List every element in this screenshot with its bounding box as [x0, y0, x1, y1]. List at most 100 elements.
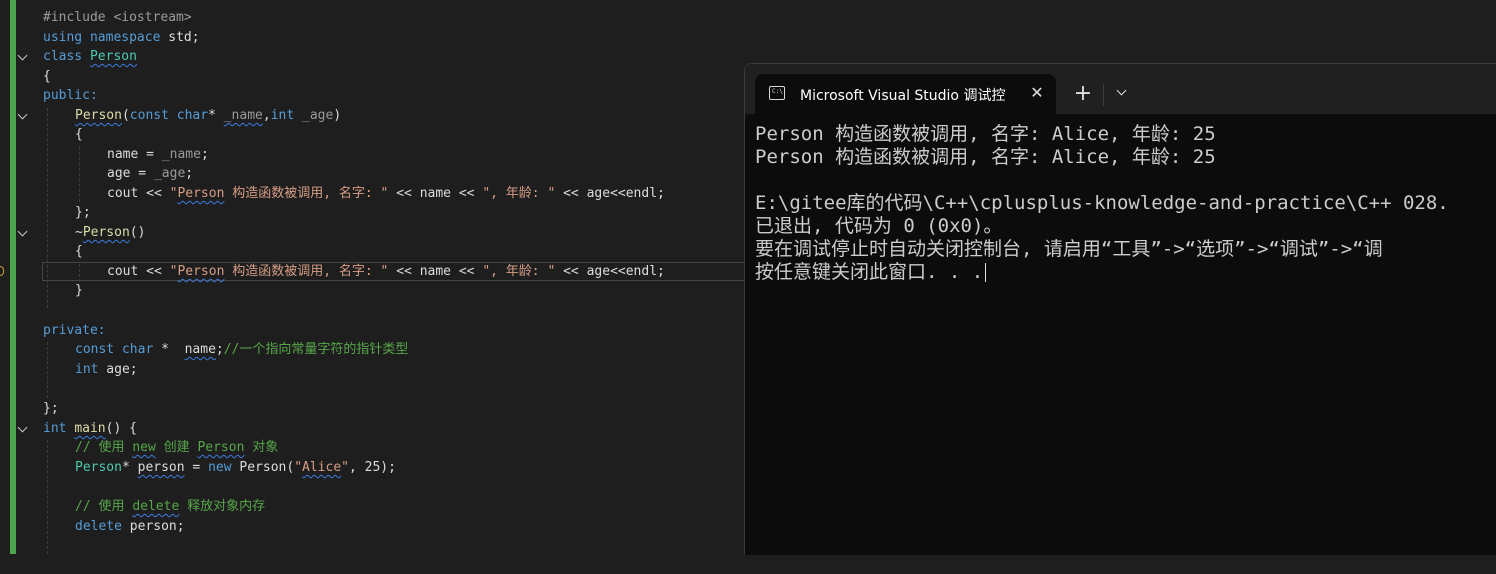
terminal-icon: C:\ — [769, 86, 785, 100]
code-line-7[interactable]: { — [0, 125, 83, 144]
keyword-new: new — [208, 460, 232, 475]
code-line-12[interactable]: ~Person() — [0, 223, 145, 242]
string-literal: Person — [177, 264, 225, 279]
paren: ) — [333, 108, 342, 123]
debug-console-window[interactable]: C:\ Microsoft Visual Studio 调试控 ✕ + Pers… — [744, 63, 1496, 555]
param-age: _age — [294, 108, 334, 123]
fold-chevron-icon[interactable] — [17, 422, 28, 433]
code-line-17[interactable]: private: — [0, 321, 106, 340]
output-line: 按任意键关闭此窗口. . . — [755, 261, 984, 283]
destructor-name: Person — [82, 225, 130, 240]
titlebar-divider — [1103, 84, 1104, 106]
comment: new — [132, 440, 156, 455]
cout-stream: cout << — [107, 264, 170, 279]
code-line-24[interactable]: Person* person = new Person("Alice", 25)… — [0, 458, 396, 477]
code-line-3[interactable]: class Person — [0, 47, 137, 66]
new-tab-button[interactable]: + — [1071, 82, 1095, 106]
assign-age: age = — [107, 166, 154, 181]
string-quote: " — [294, 460, 303, 475]
comma: , — [262, 108, 271, 123]
brace: { — [75, 244, 83, 259]
code-line-21[interactable]: }; — [0, 399, 59, 418]
type-const-char: const char — [75, 342, 154, 357]
stream-end: << age<<endl; — [555, 264, 665, 279]
fold-chevron-icon[interactable] — [17, 50, 28, 61]
code-line-18[interactable]: const char * name;//一个指向常量字符的指针类型 — [0, 340, 408, 359]
output-line: 已退出, 代码为 0 (0x0)。 — [755, 215, 1003, 237]
code-line-9[interactable]: age = _age; — [0, 164, 193, 183]
brace: { — [43, 69, 51, 84]
pointer-star: * — [121, 460, 138, 475]
comment: 对象 — [244, 440, 279, 455]
member-name: name — [184, 342, 216, 357]
code-line-19[interactable]: int age; — [0, 360, 138, 379]
code-line-4[interactable]: { — [0, 67, 51, 86]
code-line-22[interactable]: int main() { — [0, 419, 137, 438]
code-line-23[interactable]: // 使用 new 创建 Person 对象 — [0, 438, 278, 457]
output-line: Person 构造函数被调用, 名字: Alice, 年龄: 25 — [755, 146, 1216, 168]
semicolon: ; — [215, 342, 224, 357]
chevron-down-icon — [1116, 85, 1127, 96]
code-line-6[interactable]: Person(const char* _name,int _age) — [0, 106, 341, 125]
pointer-star: * — [153, 342, 185, 357]
tilde: ~ — [75, 225, 83, 240]
type-int: int — [270, 108, 295, 123]
console-output[interactable]: Person 构造函数被调用, 名字: Alice, 年龄: 25 Person… — [755, 123, 1496, 284]
fold-chevron-icon[interactable] — [17, 109, 28, 120]
tab-title: Microsoft Visual Studio 调试控 — [800, 88, 1006, 104]
code-line-8[interactable]: name = _name; — [0, 145, 209, 164]
comment: // 使用 — [75, 440, 133, 455]
output-line: E:\gitee库的代码\C++\cplusplus-knowledge-and… — [755, 192, 1449, 214]
code-line-5[interactable]: public: — [0, 86, 98, 105]
code-line-15[interactable]: } — [0, 281, 83, 300]
terminal-icon-glyph: C:\ — [772, 88, 783, 95]
code-line-13[interactable]: { — [0, 242, 83, 261]
comment: 释放对象内存 — [179, 499, 266, 514]
string-literal: 构造函数被调用, 名字: " — [224, 186, 389, 201]
text-cursor — [985, 263, 987, 282]
param-ref: _name — [161, 147, 201, 162]
output-blank-line — [755, 169, 1496, 192]
code-line-14[interactable]: cout << "Person 构造函数被调用, 名字: " << name <… — [0, 262, 665, 281]
type-int: int — [75, 362, 99, 377]
code-line-27[interactable]: delete person; — [0, 517, 185, 536]
string-literal: ", 年龄: " — [482, 186, 556, 201]
comment: delete — [132, 499, 180, 514]
comment: //一个指向常量字符的指针类型 — [223, 342, 409, 357]
brace: }; — [43, 401, 59, 416]
code-line-10[interactable]: cout << "Person 构造函数被调用, 名字: " << name <… — [0, 184, 665, 203]
keyword-class: class — [43, 49, 83, 64]
code-line-1[interactable]: #include <iostream> — [0, 8, 192, 27]
stream-end: << age<<endl; — [555, 186, 665, 201]
variable-person: person; — [121, 519, 185, 534]
assign-name: name = — [107, 147, 162, 162]
class-name: Person — [89, 49, 137, 64]
output-line: Person 构造函数被调用, 名字: Alice, 年龄: 25 — [755, 123, 1216, 145]
string-literal: 构造函数被调用, 名字: " — [224, 264, 389, 279]
console-titlebar[interactable]: C:\ Microsoft Visual Studio 调试控 ✕ + — [745, 64, 1496, 114]
include-directive: #include <iostream> — [43, 10, 192, 25]
indent-guide — [47, 108, 48, 308]
constructor-name: Person — [75, 108, 122, 123]
namespace-name: std; — [160, 30, 200, 45]
stream-op: << name << — [388, 186, 483, 201]
paren: ( — [121, 108, 130, 123]
string-literal: Person — [177, 186, 225, 201]
access-public: public: — [43, 88, 98, 103]
tab-dropdown-button[interactable] — [1111, 82, 1135, 106]
brace: { — [75, 127, 83, 142]
string-literal: Alice — [302, 460, 342, 475]
fold-chevron-icon[interactable] — [17, 226, 28, 237]
code-line-2[interactable]: using namespace std; — [0, 28, 200, 47]
main-function: main — [74, 421, 106, 436]
console-tab[interactable]: C:\ Microsoft Visual Studio 调试控 ✕ — [755, 74, 1056, 114]
stream-op: << name << — [388, 264, 483, 279]
access-private: private: — [43, 323, 106, 338]
brace: } — [75, 283, 83, 298]
close-icon[interactable]: ✕ — [1027, 83, 1047, 103]
semicolon: ; — [185, 166, 194, 181]
code-line-26[interactable]: // 使用 delete 释放对象内存 — [0, 497, 265, 516]
code-line-11[interactable]: }; — [0, 203, 91, 222]
brace: }; — [75, 205, 91, 220]
assign-op: = — [184, 460, 209, 475]
